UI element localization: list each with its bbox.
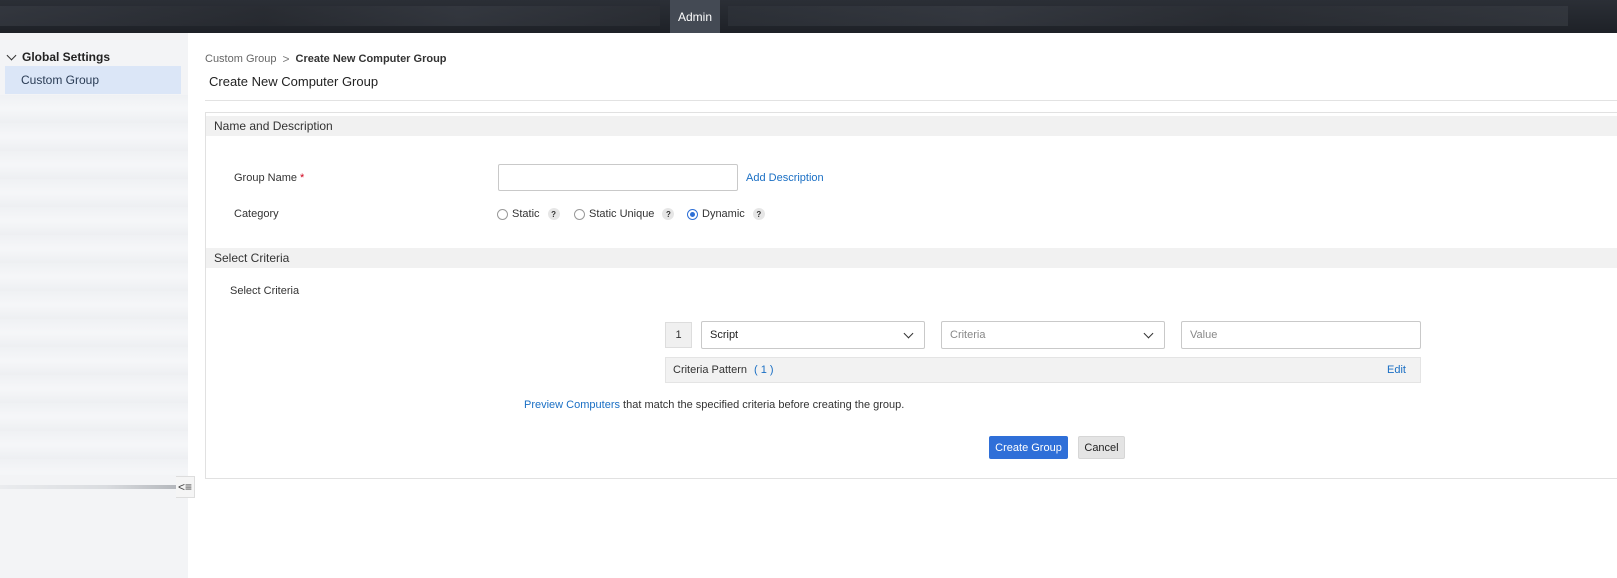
page-title: Create New Computer Group [209,74,379,89]
preview-computers-link[interactable]: Preview Computers [524,399,620,411]
create-group-button[interactable]: Create Group [989,436,1068,459]
help-icon[interactable]: ? [662,208,675,220]
help-icon[interactable]: ? [752,208,765,220]
edit-pattern-link[interactable]: Edit [1387,364,1406,376]
radio-static-unique[interactable] [574,208,585,220]
collapse-sidebar-icon[interactable]: <≡ [176,476,195,498]
sidebar-item-label: Custom Group [21,73,100,87]
section-select-criteria: Select Criteria [206,248,1617,268]
radio-dynamic-label: Dynamic [702,208,745,220]
select-criteria-label: Select Criteria [230,285,300,297]
criteria-value-input[interactable]: Value [1181,321,1421,349]
sidebar-section-label: Global Settings [22,50,111,64]
top-nav-blurred-area-left [0,6,660,26]
criteria-field-value: Script [710,329,739,341]
preview-hint: Preview Computers that match the specifi… [524,399,904,411]
form-panel [205,112,1617,479]
cancel-button[interactable]: Cancel [1078,436,1125,459]
group-name-label: Group Name * [234,172,304,184]
group-name-label-text: Group Name [234,172,297,184]
help-icon[interactable]: ? [547,208,560,220]
preview-hint-text: that match the specified criteria before… [623,399,905,411]
criteria-operator-select[interactable]: Criteria [941,321,1165,349]
sidebar [0,33,188,578]
breadcrumb: Custom Group > Create New Computer Group [205,52,447,66]
sidebar-blurred-divider [0,485,176,489]
criteria-placeholder: Criteria [950,329,986,341]
value-placeholder: Value [1190,329,1218,341]
chevron-down-icon [903,328,914,339]
sidebar-blurred-area [0,95,188,475]
top-nav-blurred-area-right [728,6,1568,26]
title-divider [205,100,1617,101]
radio-dynamic[interactable] [687,208,698,220]
section-name-and-description: Name and Description [206,116,1617,136]
category-radio-dynamic[interactable]: Dynamic ? [687,206,765,222]
group-name-input[interactable] [498,164,738,191]
criteria-row-number: 1 [665,322,692,348]
top-navigation-bar: Admin [0,0,1617,33]
category-label: Category [234,208,279,220]
required-marker: * [300,172,305,184]
breadcrumb-separator-icon: > [282,52,290,66]
tab-admin[interactable]: Admin [670,0,720,33]
radio-static[interactable] [497,208,508,220]
category-radio-static[interactable]: Static ? [497,206,560,222]
sidebar-section-global-settings[interactable]: Global Settings [6,49,110,65]
criteria-pattern-bar: Criteria Pattern ( 1 ) Edit [665,357,1421,383]
chevron-down-icon [6,50,17,61]
breadcrumb-current: Create New Computer Group [295,53,447,65]
chevron-down-icon [1143,328,1154,339]
section-heading: Name and Description [214,119,333,133]
criteria-field-select[interactable]: Script [701,321,925,349]
section-heading: Select Criteria [214,251,290,265]
breadcrumb-custom-group[interactable]: Custom Group [205,53,277,65]
sidebar-item-custom-group[interactable]: Custom Group [5,66,181,94]
category-radio-static-unique[interactable]: Static Unique ? [574,206,675,222]
radio-static-label: Static [512,208,540,220]
add-description-link[interactable]: Add Description [746,172,824,184]
radio-static-unique-label: Static Unique [589,208,655,220]
criteria-pattern-value[interactable]: ( 1 ) [754,364,774,376]
criteria-pattern-label: Criteria Pattern [673,364,747,376]
